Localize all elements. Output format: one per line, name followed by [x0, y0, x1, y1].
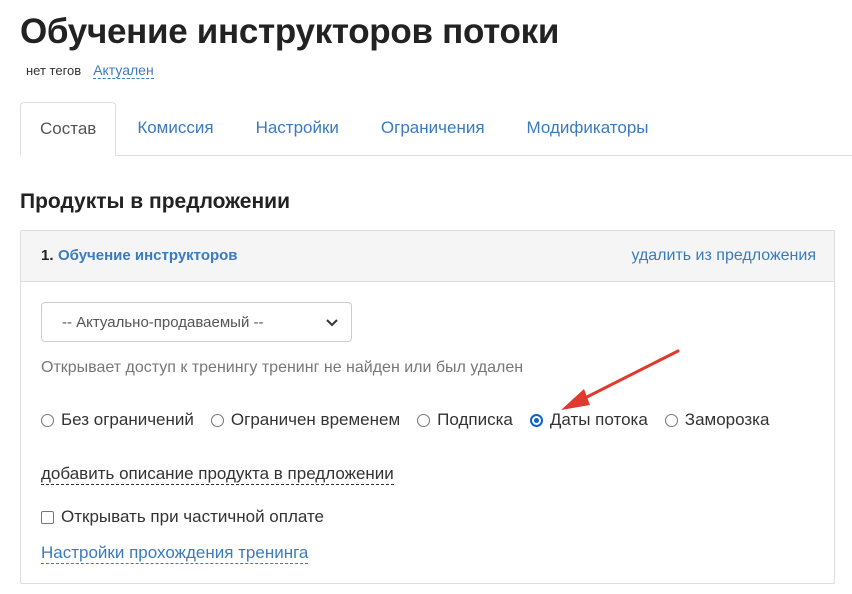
offer-meta: нет тегов Актуален [26, 62, 154, 79]
remove-from-offer-link[interactable]: удалить из предложения [631, 247, 816, 265]
checkbox-label: Открывать при частичной оплате [61, 507, 325, 526]
tab-settings[interactable]: Настройки [235, 102, 360, 155]
product-name-link[interactable]: Обучение инструкторов [58, 247, 238, 264]
training-settings-link[interactable]: Настройки прохождения тренинга [41, 543, 309, 564]
add-description-link[interactable]: добавить описание продукта в предложении [41, 464, 394, 485]
partial-payment-checkbox[interactable]: Открывать при частичной оплате [41, 507, 324, 527]
tab-modifiers[interactable]: Модификаторы [506, 102, 670, 155]
radio-label: Подписка [437, 410, 513, 429]
radio-label: Без ограничений [61, 410, 194, 429]
tab-restrictions[interactable]: Ограничения [360, 102, 506, 155]
chevron-down-icon [326, 319, 338, 327]
radio-circle[interactable] [210, 413, 224, 427]
product-status-select[interactable]: -- Актуально-продаваемый -- [41, 302, 352, 342]
radio-time-limited[interactable]: Ограничен временем [210, 410, 401, 430]
section-title: Продукты в предложении [20, 190, 290, 213]
radio-label: Заморозка [684, 410, 770, 429]
checkbox-box[interactable] [41, 510, 54, 524]
tab-commission[interactable]: Комиссия [116, 102, 234, 155]
tab-bar: Состав Комиссия Настройки Ограничения Мо… [20, 102, 852, 156]
tab-composition[interactable]: Состав [20, 102, 117, 156]
product-panel: 1. Обучение инструкторов удалить из пред… [20, 230, 835, 584]
radio-circle[interactable] [417, 413, 431, 427]
radio-label: Ограничен временем [230, 410, 401, 429]
product-number: 1. [41, 247, 54, 264]
radio-subscription[interactable]: Подписка [417, 410, 513, 430]
radio-circle[interactable] [41, 413, 54, 427]
red-arrow-icon [561, 349, 680, 410]
product-heading: 1. Обучение инструкторов [41, 247, 238, 265]
tags-label: нет тегов [26, 63, 82, 78]
radio-circle-checked[interactable] [529, 413, 543, 427]
product-panel-header: 1. Обучение инструкторов удалить из пред… [21, 231, 834, 282]
select-value: -- Актуально-продаваемый -- [62, 313, 264, 331]
radio-circle[interactable] [664, 413, 678, 427]
page-title: Обучение инструкторов потоки [20, 12, 560, 51]
access-hint: Открывает доступ к тренингу тренинг не н… [41, 359, 524, 376]
radio-no-limits[interactable]: Без ограничений [41, 410, 194, 430]
status-link[interactable]: Актуален [93, 62, 154, 79]
